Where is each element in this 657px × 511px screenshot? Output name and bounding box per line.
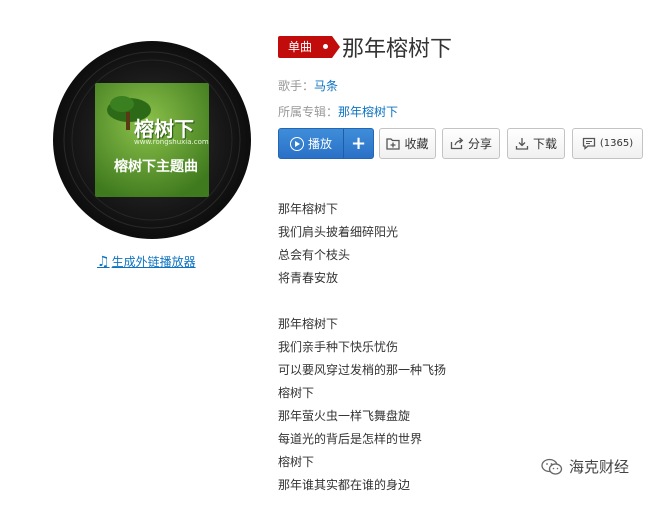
wechat-icon bbox=[541, 458, 563, 475]
album-link[interactable]: 那年榕树下 bbox=[338, 105, 398, 119]
download-button[interactable]: 下载 bbox=[507, 128, 565, 159]
favorite-label: 收藏 bbox=[404, 137, 429, 151]
comment-icon bbox=[582, 137, 596, 150]
lyric-line: 可以要风穿过发梢的那一种飞扬 bbox=[278, 363, 447, 377]
comment-count: (1365) bbox=[599, 138, 634, 149]
share-label: 分享 bbox=[467, 137, 492, 151]
lyric-line: 榕树下 bbox=[278, 386, 315, 400]
download-icon bbox=[515, 138, 529, 150]
folder-add-icon bbox=[386, 138, 401, 150]
lyric-line: 我们亲手种下快乐忧伤 bbox=[278, 340, 399, 354]
play-button-group: 播放 + bbox=[278, 128, 374, 159]
badge-dot-icon bbox=[323, 44, 328, 49]
lyric-line: 每道光的背后是怎样的世界 bbox=[278, 432, 423, 446]
lyric-line: 那年榕树下 bbox=[278, 317, 339, 331]
play-icon bbox=[289, 136, 304, 151]
lyric-line: 榕树下 bbox=[278, 455, 315, 469]
lyric-line: 总会有个枝头 bbox=[278, 248, 351, 262]
album-row: 所属专辑：那年榕树下 bbox=[278, 103, 398, 120]
song-title: 那年榕树下 bbox=[342, 37, 453, 62]
lyric-line: 我们肩头披着细碎阳光 bbox=[278, 225, 399, 239]
cover-url-text: www.rongshuxia.com bbox=[134, 138, 209, 146]
album-cover-disc: 榕树下 www.rongshuxia.com 榕树下主题曲 bbox=[52, 40, 252, 240]
watermark: 海克财经 bbox=[541, 456, 629, 477]
lyrics-block: 那年榕树下 我们肩头披着细碎阳光 总会有个枝头 将青春安放 那年榕树下 我们亲手… bbox=[278, 198, 446, 497]
favorite-button[interactable]: 收藏 bbox=[379, 128, 436, 159]
download-label: 下载 bbox=[532, 137, 557, 151]
single-badge: 单曲 bbox=[278, 36, 340, 58]
share-icon bbox=[450, 137, 464, 150]
cover-subtitle: 榕树下主题曲 bbox=[114, 159, 198, 175]
single-badge-label: 单曲 bbox=[288, 40, 313, 54]
watermark-text: 海克财经 bbox=[569, 458, 630, 476]
music-note-icon: ♫ bbox=[97, 253, 110, 270]
lyric-line: 那年榕树下 bbox=[278, 202, 339, 216]
lyric-line: 那年萤火虫一样飞舞盘旋 bbox=[278, 409, 411, 423]
lyric-line: 那年谁其实都在谁的身边 bbox=[278, 478, 411, 492]
external-player-label: 生成外链播放器 bbox=[111, 255, 196, 269]
play-button[interactable]: 播放 bbox=[279, 129, 343, 158]
album-label: 所属专辑： bbox=[278, 105, 339, 119]
lyric-line: 将青春安放 bbox=[278, 271, 339, 285]
singer-link[interactable]: 马条 bbox=[314, 79, 338, 93]
singer-label: 歌手： bbox=[278, 79, 315, 93]
play-label: 播放 bbox=[307, 137, 332, 151]
external-player-link[interactable]: ♫ 生成外链播放器 bbox=[97, 253, 196, 270]
singer-row: 歌手：马条 bbox=[278, 77, 338, 94]
share-button[interactable]: 分享 bbox=[442, 128, 500, 159]
comment-button[interactable]: (1365) bbox=[572, 128, 643, 159]
add-to-playlist-button[interactable]: + bbox=[344, 129, 373, 158]
